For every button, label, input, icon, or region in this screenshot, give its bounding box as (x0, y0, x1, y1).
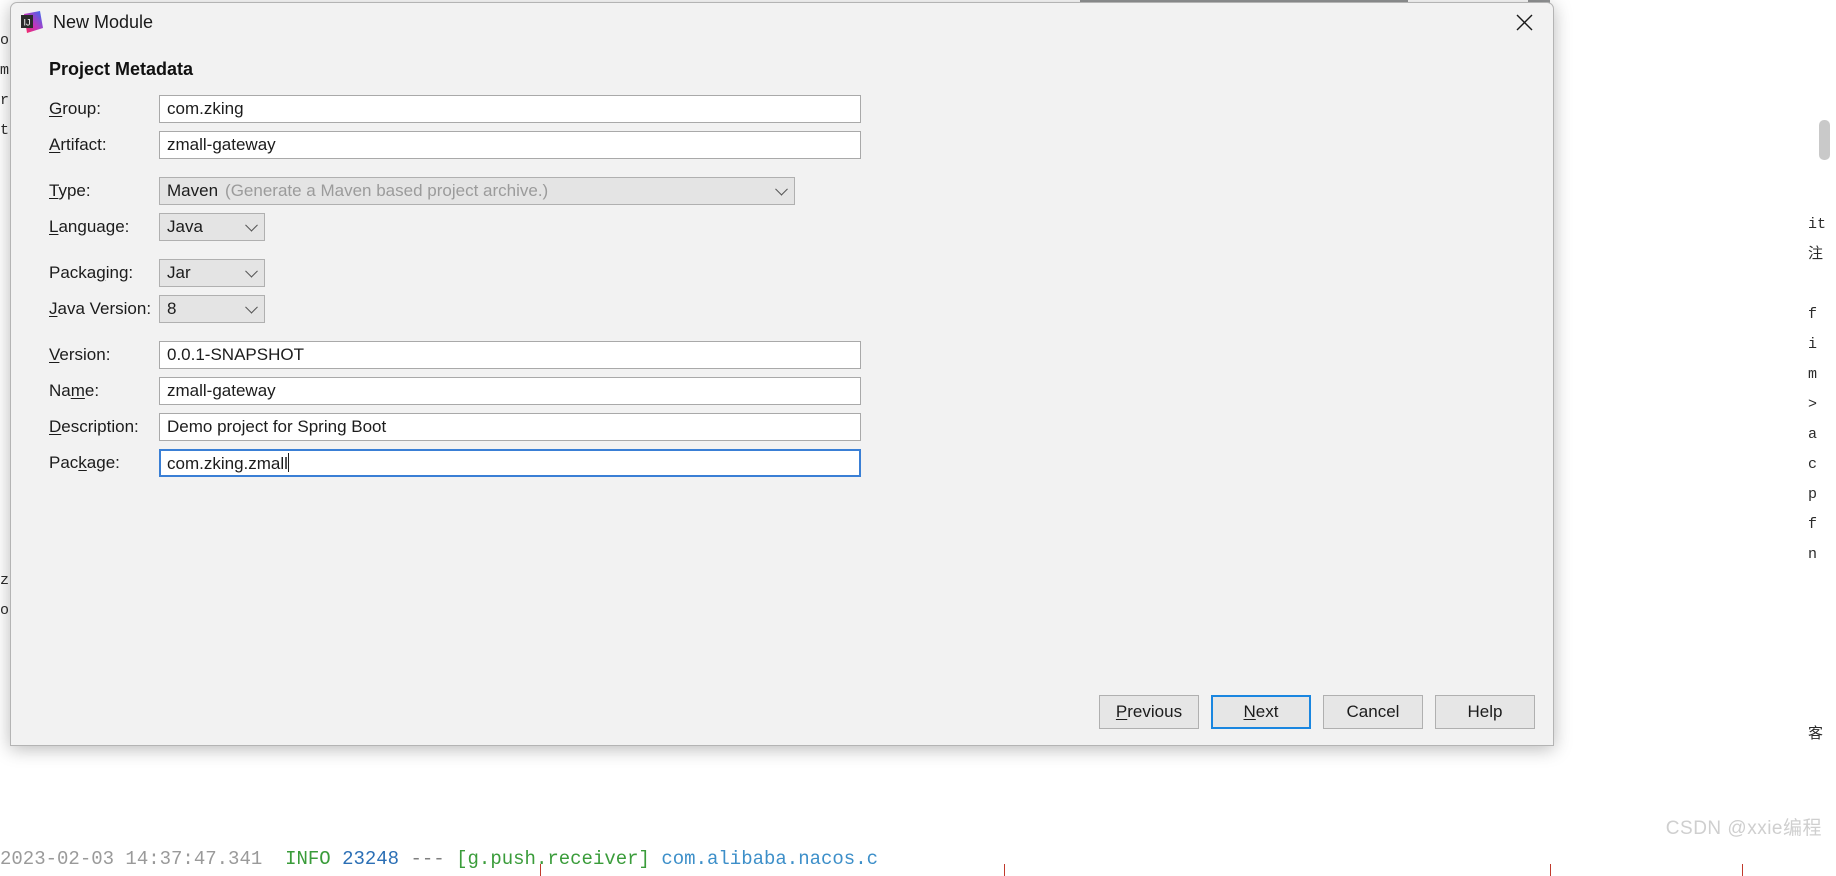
version-value: 0.0.1-SNAPSHOT (167, 345, 304, 364)
gutter-glyph: > (1808, 396, 1818, 413)
label-language: Language: (49, 217, 130, 236)
dialog-titlebar[interactable]: IJ New Module (11, 3, 1553, 41)
name-input[interactable]: zmall-gateway (159, 377, 861, 405)
log-pid: 23248 (342, 848, 400, 870)
close-icon[interactable] (1495, 3, 1553, 41)
new-module-dialog: IJ New Module Project Metadata Group: com… (10, 2, 1554, 746)
package-value: com.zking.zmall (167, 454, 288, 473)
console-separator (1004, 864, 1005, 876)
form-row-language: Language: Java (49, 213, 861, 241)
log-thread: [g.push.receiver] (456, 848, 650, 870)
gutter-glyph (1808, 690, 1836, 720)
version-input[interactable]: 0.0.1-SNAPSHOT (159, 341, 861, 369)
log-timestamp: 2023-02-03 14:37:47.341 (0, 848, 263, 870)
label-version: Version: (49, 345, 111, 364)
project-metadata-form: Group: com.zking Artifact: zmall-gateway Typ… (49, 95, 861, 485)
java-version-select[interactable]: 8 (159, 295, 265, 323)
previous-button[interactable]: Previous (1099, 695, 1199, 729)
log-level: INFO (285, 848, 331, 870)
cancel-button[interactable]: Cancel (1323, 695, 1423, 729)
gutter-glyph: f (1808, 306, 1818, 323)
form-row-name: Name: zmall-gateway (49, 377, 861, 405)
java-version-value: 8 (167, 299, 177, 318)
description-input[interactable]: Demo project for Spring Boot (159, 413, 861, 441)
gutter-glyph: n (1808, 546, 1818, 563)
label-group: Group: (49, 99, 101, 118)
gutter-glyph (1808, 570, 1836, 600)
form-row-packaging: Packaging: Jar (49, 259, 861, 287)
log-dashes: --- (410, 848, 445, 870)
form-row-java-version: Java Version: 8 (49, 295, 861, 323)
screen: o m rn tc zo it 注 f i m > a c p f n 客 2023-02-03 14:… (0, 0, 1836, 876)
log-logger: com.alibaba.nacos.c (661, 848, 879, 870)
description-value: Demo project for Spring Boot (167, 417, 387, 436)
gutter-glyph: f (1808, 516, 1818, 533)
gutter-glyph: i (1808, 336, 1818, 353)
type-select[interactable]: Maven (Generate a Maven based project arc… (159, 177, 795, 205)
label-artifact: Artifact: (49, 135, 107, 154)
artifact-input[interactable]: zmall-gateway (159, 131, 861, 159)
svg-text:IJ: IJ (23, 18, 30, 28)
label-packaging: Packaging: (49, 263, 134, 282)
language-select[interactable]: Java (159, 213, 265, 241)
package-input[interactable]: com.zking.zmall (159, 449, 861, 477)
form-row-version: Version: 0.0.1-SNAPSHOT (49, 341, 861, 369)
chevron-down-icon[interactable] (775, 182, 788, 196)
group-value: com.zking (167, 99, 244, 118)
gutter-glyph: 注 (1808, 246, 1824, 263)
language-value: Java (167, 217, 203, 236)
console-separator (1742, 864, 1743, 876)
text-caret (287, 453, 289, 472)
gutter-glyph (1808, 270, 1836, 300)
gutter-glyph: a (1808, 426, 1818, 443)
gutter-glyph: m (1808, 366, 1818, 383)
label-name: Name: (49, 381, 100, 400)
form-row-package: Package: com.zking.zmall (49, 449, 861, 477)
gutter-glyph: it (1808, 216, 1827, 233)
label-description: Description: (49, 417, 139, 436)
gutter-glyph: p (1808, 486, 1818, 503)
intellij-idea-icon: IJ (21, 11, 43, 33)
chevron-down-icon[interactable] (245, 218, 258, 232)
editor-scrollbar[interactable] (1819, 120, 1830, 160)
type-hint: (Generate a Maven based project archive.… (225, 181, 549, 200)
form-row-description: Description: Demo project for Spring Boot (49, 413, 861, 441)
help-button[interactable]: Help (1435, 695, 1535, 729)
gutter-glyph: 客 (1808, 726, 1824, 743)
console-log-line: 2023-02-03 14:37:47.341 INFO 23248 --- [… (0, 842, 1836, 876)
gutter-glyph (1808, 600, 1836, 630)
name-value: zmall-gateway (167, 381, 276, 400)
form-row-type: Type: Maven (Generate a Maven based projec… (49, 177, 861, 205)
watermark: CSDN @xxie编程 (1665, 818, 1822, 839)
group-input[interactable]: com.zking (159, 95, 861, 123)
dialog-button-bar: Previous Next Cancel Help (1099, 695, 1535, 729)
form-row-artifact: Artifact: zmall-gateway (49, 131, 861, 159)
label-package: Package: (49, 453, 120, 472)
chevron-down-icon[interactable] (245, 300, 258, 314)
packaging-value: Jar (167, 263, 191, 282)
type-value: Maven (167, 181, 219, 200)
console-separator (540, 864, 541, 876)
chevron-down-icon[interactable] (245, 264, 258, 278)
gutter-glyph (1808, 630, 1836, 660)
page-title: Project Metadata (49, 59, 194, 79)
form-row-group: Group: com.zking (49, 95, 861, 123)
label-type: Type: (49, 181, 91, 200)
next-button[interactable]: Next (1211, 695, 1311, 729)
packaging-select[interactable]: Jar (159, 259, 265, 287)
console-separator (1550, 864, 1551, 876)
artifact-value: zmall-gateway (167, 135, 276, 154)
gutter-glyph (1808, 660, 1836, 690)
dialog-title: New Module (53, 11, 154, 32)
gutter-glyph: c (1808, 456, 1818, 473)
gutter-glyph (1808, 180, 1836, 210)
label-java-version: Java Version: (49, 299, 152, 318)
